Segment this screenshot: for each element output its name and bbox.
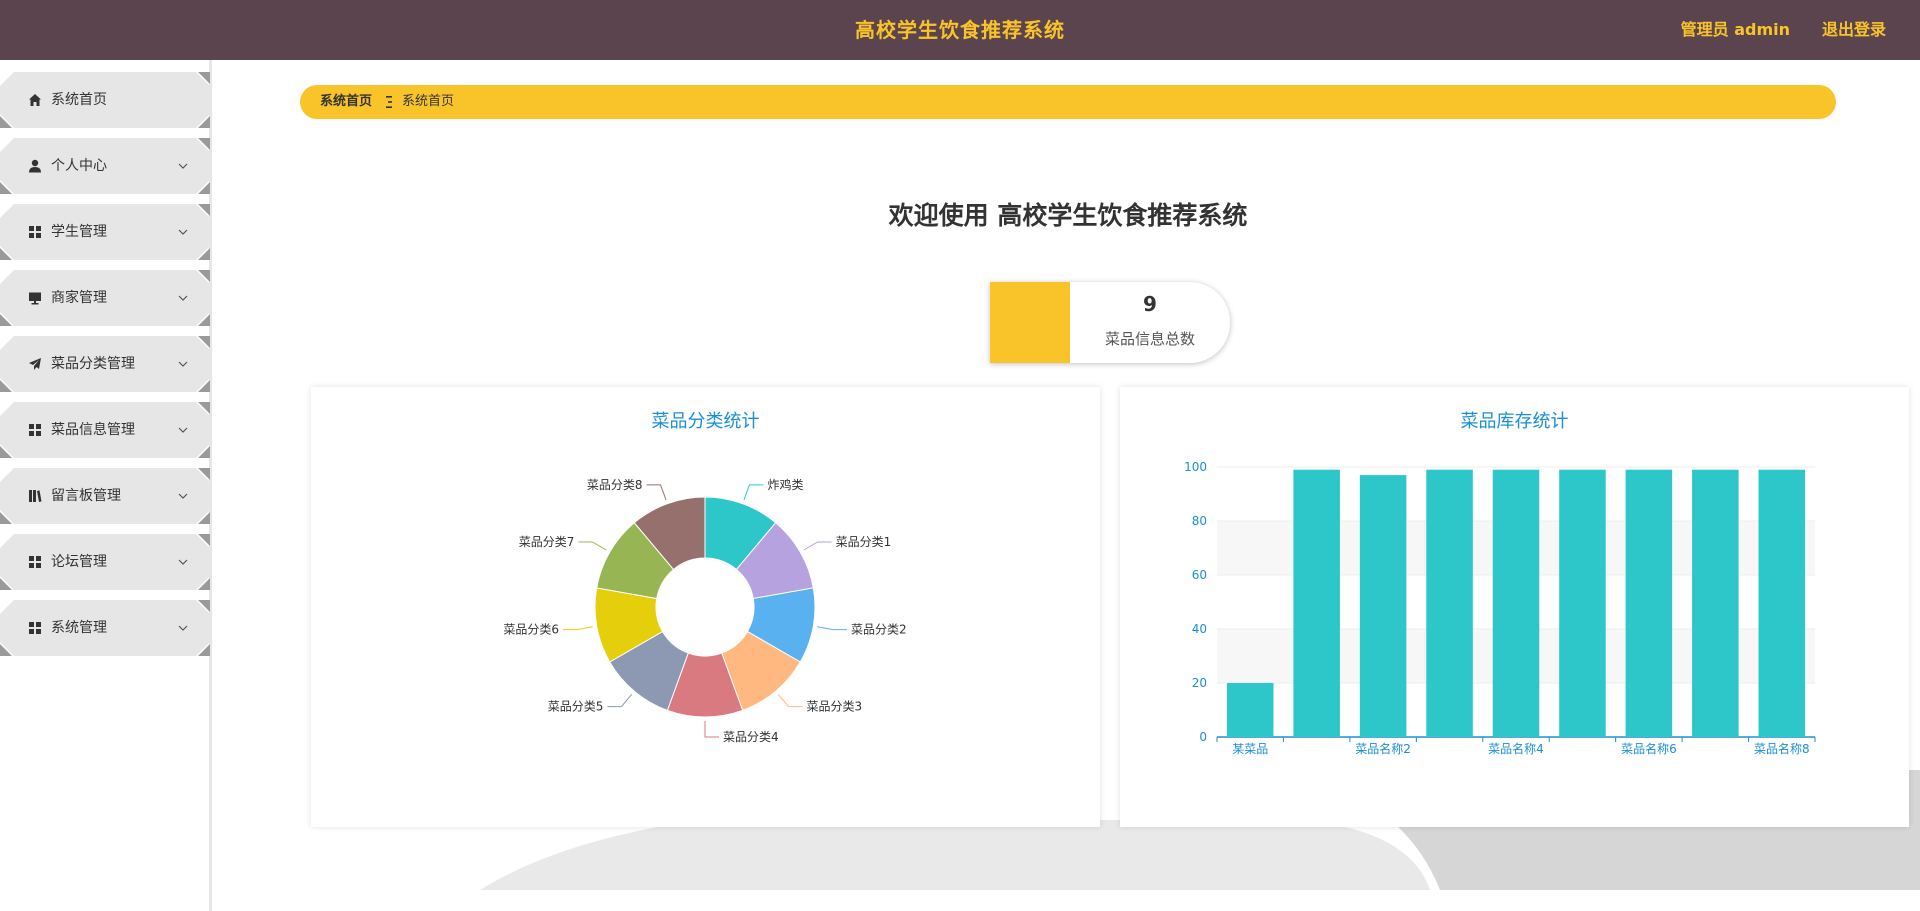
grid-icon — [29, 556, 41, 568]
bar-chart: 0 20 40 60 80 100 某菜品 菜品名称2 菜品名称4 菜品名称6 菜品名称8 — [1184, 460, 1816, 756]
home-icon — [29, 94, 41, 106]
sidebar-item-7[interactable]: 留言板管理 — [0, 468, 210, 524]
bar[interactable] — [1226, 683, 1274, 737]
x-tick-label: 某菜品 — [1232, 742, 1268, 756]
sidebar-item-label: 留言板管理 — [51, 488, 121, 504]
pie-label-line — [777, 694, 803, 708]
pie-chart: 炸鸡类菜品分类1 菜品分类2 菜品分类3 菜品分类4 菜品分类5 菜品分类6 菜品分类7 菜品… — [503, 477, 907, 744]
breadcrumb-current: 系统首页 — [402, 94, 455, 109]
breadcrumb-home[interactable]: 系统首页 — [320, 85, 372, 119]
sidebar-item-label: 论坛管理 — [51, 554, 107, 570]
sidebar-item-label: 学生管理 — [51, 224, 107, 240]
stat-card-dish-total: 9 菜品信息总数 — [990, 282, 1230, 363]
user-icon — [29, 159, 41, 173]
grid-icon — [29, 622, 41, 634]
sidebar: 系统首页个人中心学生管理商家管理菜品分类管理 菜品信息管理 留言板管理论坛管理系统管… — [0, 60, 212, 911]
grid-icon — [29, 226, 41, 238]
grid-icon — [29, 424, 41, 436]
pie-chart-panel: 菜品分类统计 炸鸡类 菜品分类1 菜品分类2 菜品分类3 菜品分类4 菜品分类5 菜品分类6… — [311, 387, 1100, 827]
chevron-down-icon — [178, 361, 188, 367]
pie-slice-label: 菜品分类2 — [851, 623, 907, 637]
sidebar-item-label: 菜品分类管理 — [51, 356, 135, 372]
bar[interactable] — [1492, 469, 1540, 737]
sidebar-item-label: 菜品信息管理 — [51, 422, 135, 438]
stat-label: 菜品信息总数 — [1104, 330, 1195, 348]
sidebar-item-6[interactable]: 菜品信息管理 — [0, 402, 210, 458]
book-icon — [29, 490, 42, 502]
chevron-down-icon — [178, 559, 188, 565]
current-user[interactable]: 管理员 admin — [1681, 0, 1790, 60]
sidebar-item-3[interactable]: 学生管理 — [0, 204, 210, 260]
bar-chart-panel: 菜品库存统计 0 20 40 60 80 100 某菜品 菜品名称2 菜品名称4 菜品名称6 菜品名… — [1120, 387, 1909, 827]
y-tick-label: 0 — [1199, 730, 1207, 744]
y-tick-label: 60 — [1192, 568, 1207, 582]
sidebar-item-label: 商家管理 — [51, 290, 107, 306]
breadcrumb: 系统首页 系统首页 — [300, 85, 1836, 119]
monitor-icon — [29, 292, 41, 305]
chevron-down-icon — [178, 427, 188, 433]
pie-label-line — [817, 626, 848, 631]
pie-label-line — [743, 484, 764, 501]
pie-slice-label: 菜品分类1 — [836, 535, 892, 549]
pie-slice-label: 炸鸡类 — [767, 477, 803, 492]
pie-slice-label: 菜品分类6 — [503, 623, 559, 637]
pie-label-line — [704, 721, 719, 738]
bar[interactable] — [1426, 469, 1473, 737]
sidebar-item-9[interactable]: 系统管理 — [0, 600, 210, 656]
y-tick-label: 40 — [1192, 622, 1207, 636]
pie-slice-label: 菜品分类5 — [548, 700, 604, 714]
pie-slice-label: 菜品分类7 — [519, 535, 575, 549]
bar[interactable] — [1758, 469, 1806, 737]
sidebar-item-8[interactable]: 论坛管理 — [0, 534, 210, 590]
bar[interactable] — [1559, 469, 1606, 737]
chevron-down-icon — [178, 163, 188, 169]
pie-label-line — [803, 541, 832, 551]
bar[interactable] — [1359, 475, 1407, 737]
sidebar-item-1[interactable]: 系统首页 — [0, 72, 210, 128]
sidebar-item-2[interactable]: 个人中心 — [0, 138, 210, 194]
x-tick-label: 菜品名称2 — [1355, 741, 1411, 756]
stat-card-accent — [990, 282, 1070, 363]
x-tick-label: 菜品名称4 — [1488, 741, 1544, 756]
sidebar-item-label: 系统管理 — [51, 620, 107, 636]
chevron-down-icon — [178, 229, 188, 235]
y-tick-label: 100 — [1184, 460, 1207, 474]
sidebar-item-label: 系统首页 — [51, 92, 107, 108]
y-tick-label: 20 — [1192, 676, 1207, 690]
bar[interactable] — [1625, 469, 1673, 737]
logout-button[interactable]: 退出登录 — [1822, 0, 1886, 60]
top-bar: 高校学生饮食推荐系统 管理员 admin 退出登录 — [0, 0, 1920, 60]
stat-value: 9 — [1143, 292, 1157, 316]
chevron-down-icon — [178, 295, 188, 301]
x-tick-label: 菜品名称6 — [1621, 741, 1677, 756]
sidebar-item-4[interactable]: 商家管理 — [0, 270, 210, 326]
chevron-down-icon — [178, 625, 188, 631]
paper-plane-icon — [29, 358, 41, 370]
app-title: 高校学生饮食推荐系统 — [855, 18, 1065, 42]
welcome-heading: 欢迎使用 高校学生饮食推荐系统 — [888, 201, 1248, 230]
bar[interactable] — [1293, 469, 1340, 737]
pie-label-line — [562, 626, 593, 631]
pie-slice-label: 菜品分类3 — [807, 700, 863, 714]
sidebar-item-5[interactable]: 菜品分类管理 — [0, 336, 210, 392]
pie-label-line — [578, 541, 607, 551]
pie-slice-label: 菜品分类4 — [723, 730, 779, 744]
sidebar-item-label: 个人中心 — [51, 158, 107, 174]
pie-label-line — [646, 484, 667, 501]
chevron-down-icon — [178, 493, 188, 499]
pie-slice-label: 菜品分类8 — [587, 478, 643, 492]
y-tick-label: 80 — [1192, 514, 1207, 528]
breadcrumb-separator-icon — [386, 96, 392, 108]
pie-label-line — [607, 694, 633, 708]
x-tick-label: 菜品名称8 — [1754, 741, 1810, 756]
bar[interactable] — [1692, 469, 1739, 737]
